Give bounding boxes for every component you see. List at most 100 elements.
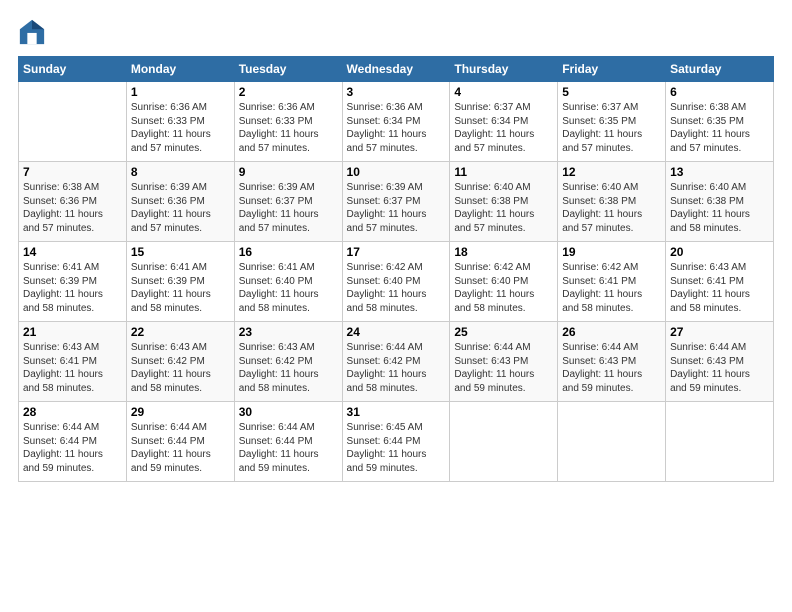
calendar-cell: 25 Sunrise: 6:44 AMSunset: 6:43 PMDayligh… <box>450 322 558 402</box>
header-thursday: Thursday <box>450 57 558 82</box>
calendar-cell: 10Sunrise: 6:39 AMSunset: 6:37 PMDayligh… <box>342 162 450 242</box>
logo-icon <box>18 18 46 46</box>
header-monday: Monday <box>126 57 234 82</box>
day-number: 6 <box>670 85 769 99</box>
calendar-cell: 2 Sunrise: 6:36 AMSunset: 6:33 PMDaylight… <box>234 82 342 162</box>
day-number: 2 <box>239 85 338 99</box>
calendar-header-row: SundayMondayTuesdayWednesdayThursdayFrid… <box>19 57 774 82</box>
day-info: Sunrise: 6:39 AMSunset: 6:36 PMDaylight:… <box>131 181 230 235</box>
page-header <box>18 18 774 46</box>
day-number: 27 <box>670 325 769 339</box>
calendar-cell: 9 Sunrise: 6:39 AMSunset: 6:37 PMDaylight… <box>234 162 342 242</box>
calendar-cell: 22 Sunrise: 6:43 AMSunset: 6:42 PMDayligh… <box>126 322 234 402</box>
day-number: 7 <box>23 165 122 179</box>
calendar-cell: 1 Sunrise: 6:36 AMSunset: 6:33 PMDaylight… <box>126 82 234 162</box>
day-info: Sunrise: 6:41 AMSunset: 6:39 PMDaylight:… <box>23 261 122 315</box>
day-number: 28 <box>23 405 122 419</box>
header-friday: Friday <box>558 57 666 82</box>
calendar-cell <box>450 402 558 482</box>
day-number: 20 <box>670 245 769 259</box>
day-info: Sunrise: 6:41 AMSunset: 6:40 PMDaylight:… <box>239 261 338 315</box>
calendar-cell: 18Sunrise: 6:42 AMSunset: 6:40 PMDayligh… <box>450 242 558 322</box>
day-number: 13 <box>670 165 769 179</box>
calendar-cell: 15Sunrise: 6:41 AMSunset: 6:39 PMDayligh… <box>126 242 234 322</box>
calendar-cell <box>666 402 774 482</box>
day-number: 26 <box>562 325 661 339</box>
calendar-cell: 30 Sunrise: 6:44 AMSunset: 6:44 PMDayligh… <box>234 402 342 482</box>
day-number: 8 <box>131 165 230 179</box>
day-info: Sunrise: 6:37 AMSunset: 6:34 PMDaylight:… <box>454 101 553 155</box>
calendar-cell: 13 Sunrise: 6:40 AMSunset: 6:38 PMDayligh… <box>666 162 774 242</box>
header-saturday: Saturday <box>666 57 774 82</box>
day-info: Sunrise: 6:45 AMSunset: 6:44 PMDaylight:… <box>347 421 446 475</box>
day-info: Sunrise: 6:44 AMSunset: 6:43 PMDaylight:… <box>454 341 553 395</box>
header-wednesday: Wednesday <box>342 57 450 82</box>
calendar-cell: 14 Sunrise: 6:41 AMSunset: 6:39 PMDayligh… <box>19 242 127 322</box>
calendar-cell: 28 Sunrise: 6:44 AMSunset: 6:44 PMDayligh… <box>19 402 127 482</box>
calendar-cell: 21 Sunrise: 6:43 AMSunset: 6:41 PMDayligh… <box>19 322 127 402</box>
header-tuesday: Tuesday <box>234 57 342 82</box>
calendar-cell: 3Sunrise: 6:36 AMSunset: 6:34 PMDaylight… <box>342 82 450 162</box>
calendar-cell: 8 Sunrise: 6:39 AMSunset: 6:36 PMDaylight… <box>126 162 234 242</box>
day-info: Sunrise: 6:44 AMSunset: 6:42 PMDaylight:… <box>347 341 446 395</box>
calendar-cell: 24Sunrise: 6:44 AMSunset: 6:42 PMDayligh… <box>342 322 450 402</box>
day-info: Sunrise: 6:36 AMSunset: 6:33 PMDaylight:… <box>239 101 338 155</box>
day-info: Sunrise: 6:42 AMSunset: 6:41 PMDaylight:… <box>562 261 661 315</box>
day-number: 5 <box>562 85 661 99</box>
day-number: 12 <box>562 165 661 179</box>
day-number: 19 <box>562 245 661 259</box>
day-info: Sunrise: 6:42 AMSunset: 6:40 PMDaylight:… <box>347 261 446 315</box>
day-info: Sunrise: 6:40 AMSunset: 6:38 PMDaylight:… <box>670 181 769 235</box>
calendar-week-2: 7 Sunrise: 6:38 AMSunset: 6:36 PMDaylight… <box>19 162 774 242</box>
calendar-cell: 29 Sunrise: 6:44 AMSunset: 6:44 PMDayligh… <box>126 402 234 482</box>
day-number: 10 <box>347 165 446 179</box>
day-number: 21 <box>23 325 122 339</box>
calendar-cell <box>19 82 127 162</box>
day-number: 16 <box>239 245 338 259</box>
calendar-cell: 5Sunrise: 6:37 AMSunset: 6:35 PMDaylight… <box>558 82 666 162</box>
calendar-cell: 11 Sunrise: 6:40 AMSunset: 6:38 PMDayligh… <box>450 162 558 242</box>
day-info: Sunrise: 6:40 AMSunset: 6:38 PMDaylight:… <box>454 181 553 235</box>
day-info: Sunrise: 6:43 AMSunset: 6:41 PMDaylight:… <box>23 341 122 395</box>
day-number: 1 <box>131 85 230 99</box>
day-number: 31 <box>347 405 446 419</box>
day-number: 15 <box>131 245 230 259</box>
calendar-cell: 27Sunrise: 6:44 AMSunset: 6:43 PMDayligh… <box>666 322 774 402</box>
day-number: 25 <box>454 325 553 339</box>
calendar-table: SundayMondayTuesdayWednesdayThursdayFrid… <box>18 56 774 482</box>
day-info: Sunrise: 6:40 AMSunset: 6:38 PMDaylight:… <box>562 181 661 235</box>
day-number: 30 <box>239 405 338 419</box>
day-number: 3 <box>347 85 446 99</box>
day-info: Sunrise: 6:38 AMSunset: 6:36 PMDaylight:… <box>23 181 122 235</box>
day-info: Sunrise: 6:39 AMSunset: 6:37 PMDaylight:… <box>239 181 338 235</box>
calendar-cell: 6 Sunrise: 6:38 AMSunset: 6:35 PMDaylight… <box>666 82 774 162</box>
day-number: 9 <box>239 165 338 179</box>
day-info: Sunrise: 6:44 AMSunset: 6:44 PMDaylight:… <box>131 421 230 475</box>
calendar-week-4: 21 Sunrise: 6:43 AMSunset: 6:41 PMDayligh… <box>19 322 774 402</box>
calendar-cell: 20 Sunrise: 6:43 AMSunset: 6:41 PMDayligh… <box>666 242 774 322</box>
day-info: Sunrise: 6:43 AMSunset: 6:42 PMDaylight:… <box>131 341 230 395</box>
day-info: Sunrise: 6:44 AMSunset: 6:44 PMDaylight:… <box>23 421 122 475</box>
day-number: 14 <box>23 245 122 259</box>
day-number: 4 <box>454 85 553 99</box>
day-info: Sunrise: 6:44 AMSunset: 6:44 PMDaylight:… <box>239 421 338 475</box>
day-info: Sunrise: 6:36 AMSunset: 6:33 PMDaylight:… <box>131 101 230 155</box>
calendar-cell <box>558 402 666 482</box>
calendar-cell: 16 Sunrise: 6:41 AMSunset: 6:40 PMDayligh… <box>234 242 342 322</box>
calendar-week-1: 1 Sunrise: 6:36 AMSunset: 6:33 PMDaylight… <box>19 82 774 162</box>
day-info: Sunrise: 6:43 AMSunset: 6:42 PMDaylight:… <box>239 341 338 395</box>
calendar-week-5: 28 Sunrise: 6:44 AMSunset: 6:44 PMDayligh… <box>19 402 774 482</box>
logo <box>18 18 50 46</box>
day-info: Sunrise: 6:44 AMSunset: 6:43 PMDaylight:… <box>562 341 661 395</box>
calendar-week-3: 14 Sunrise: 6:41 AMSunset: 6:39 PMDayligh… <box>19 242 774 322</box>
calendar-cell: 26 Sunrise: 6:44 AMSunset: 6:43 PMDayligh… <box>558 322 666 402</box>
day-number: 22 <box>131 325 230 339</box>
calendar-cell: 19 Sunrise: 6:42 AMSunset: 6:41 PMDayligh… <box>558 242 666 322</box>
day-number: 29 <box>131 405 230 419</box>
day-number: 11 <box>454 165 553 179</box>
day-info: Sunrise: 6:38 AMSunset: 6:35 PMDaylight:… <box>670 101 769 155</box>
day-number: 17 <box>347 245 446 259</box>
day-number: 18 <box>454 245 553 259</box>
day-info: Sunrise: 6:43 AMSunset: 6:41 PMDaylight:… <box>670 261 769 315</box>
header-sunday: Sunday <box>19 57 127 82</box>
